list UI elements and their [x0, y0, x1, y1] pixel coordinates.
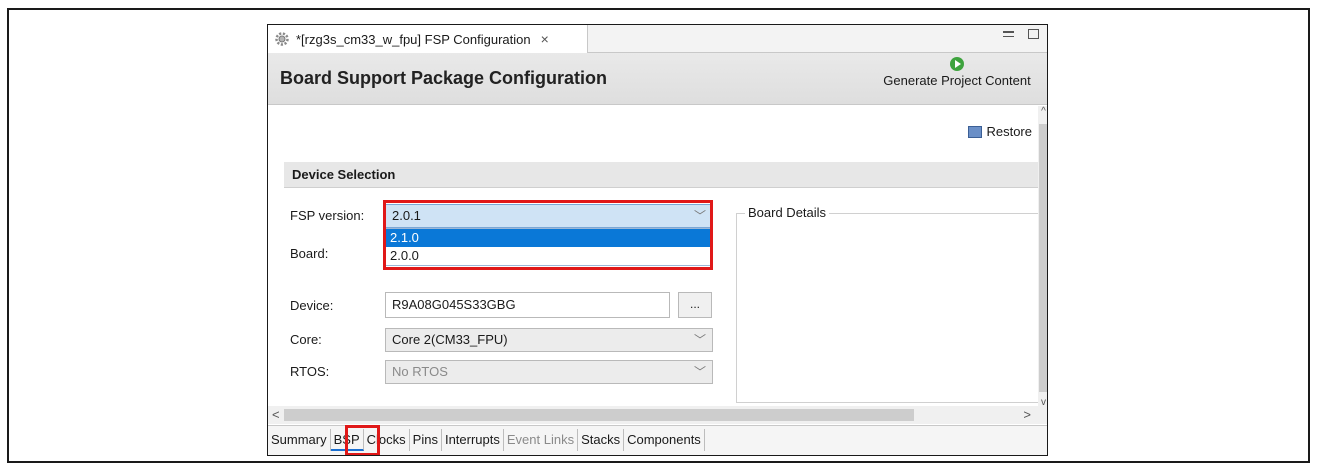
tab-summary[interactable]: Summary [268, 429, 331, 451]
fsp-option[interactable]: 2.0.0 [386, 247, 712, 265]
bsp-content: Restore Device Selection FSP version: 2.… [268, 106, 1038, 406]
tab-pins[interactable]: Pins [410, 429, 442, 451]
fsp-option[interactable]: 2.1.0 [386, 229, 712, 247]
tab-bsp[interactable]: BSP [330, 429, 364, 451]
tab-stacks[interactable]: Stacks [578, 429, 625, 451]
gear-icon [274, 31, 290, 47]
board-details-title: Board Details [745, 205, 830, 220]
section-title: Device Selection [292, 167, 396, 182]
tab-components[interactable]: Components [624, 429, 705, 451]
chevron-left-icon[interactable]: < [272, 407, 280, 422]
chevron-up-icon[interactable]: ^ [1038, 106, 1047, 117]
generate-project-content-button[interactable]: Generate Project Content [877, 57, 1037, 88]
horizontal-scroll-thumb[interactable] [284, 409, 914, 421]
device-label: Device: [290, 298, 334, 313]
chevron-down-icon: ﹀ [693, 365, 706, 379]
page-header: Board Support Package Configuration Gene… [268, 53, 1047, 105]
generate-label: Generate Project Content [883, 73, 1031, 88]
page-title: Board Support Package Configuration [280, 68, 608, 88]
fsp-version-label: FSP version: [290, 208, 365, 223]
rtos-value: No RTOS [392, 364, 448, 379]
rtos-label: RTOS: [290, 364, 330, 379]
board-details-group: Board Details [736, 205, 1038, 403]
maximize-icon[interactable] [1028, 29, 1039, 39]
editor-tab-strip: *[rzg3s_cm33_w_fpu] FSP Configuration × [268, 25, 1047, 53]
vertical-scrollbar[interactable]: ^ v [1038, 106, 1047, 408]
board-label: Board: [290, 246, 329, 261]
device-field[interactable]: R9A08G045S33GBG [385, 292, 670, 318]
core-label: Core: [290, 332, 322, 347]
vertical-scroll-thumb[interactable] [1039, 124, 1047, 392]
rtos-select: No RTOS ﹀ [385, 360, 713, 384]
play-icon [950, 57, 964, 71]
bottom-tab-bar: Summary BSP Clocks Pins Interrupts Event… [268, 425, 1047, 455]
tab-interrupts[interactable]: Interrupts [442, 429, 504, 451]
fsp-version-select[interactable]: 2.0.1 ﹀ [385, 204, 713, 228]
restore-label: Restore [986, 124, 1032, 139]
device-selection-header[interactable]: Device Selection [284, 162, 1038, 188]
chevron-down-icon[interactable]: ﹀ [694, 205, 706, 227]
core-select[interactable]: Core 2(CM33_FPU) ﹀ [385, 328, 713, 352]
tab-event-links[interactable]: Event Links [504, 429, 579, 451]
tab-title: *[rzg3s_cm33_w_fpu] FSP Configuration [296, 31, 531, 47]
fsp-configuration-editor: *[rzg3s_cm33_w_fpu] FSP Configuration × … [267, 24, 1048, 456]
editor-tab[interactable]: *[rzg3s_cm33_w_fpu] FSP Configuration × [268, 25, 588, 53]
minimize-icon[interactable] [1003, 31, 1014, 37]
tab-clocks[interactable]: Clocks [364, 429, 410, 451]
fsp-version-dropdown: 2.1.0 2.0.0 [385, 228, 713, 266]
browse-device-button[interactable]: ... [678, 292, 712, 318]
horizontal-scrollbar[interactable]: < > [268, 406, 1047, 424]
restore-icon [968, 125, 983, 138]
core-value: Core 2(CM33_FPU) [392, 332, 508, 347]
restore-button[interactable]: Restore [968, 124, 1032, 139]
close-icon[interactable]: × [541, 31, 549, 47]
fsp-version-value: 2.0.1 [392, 208, 421, 223]
chevron-down-icon[interactable]: ﹀ [694, 329, 706, 351]
chevron-right-icon[interactable]: > [1023, 407, 1031, 422]
